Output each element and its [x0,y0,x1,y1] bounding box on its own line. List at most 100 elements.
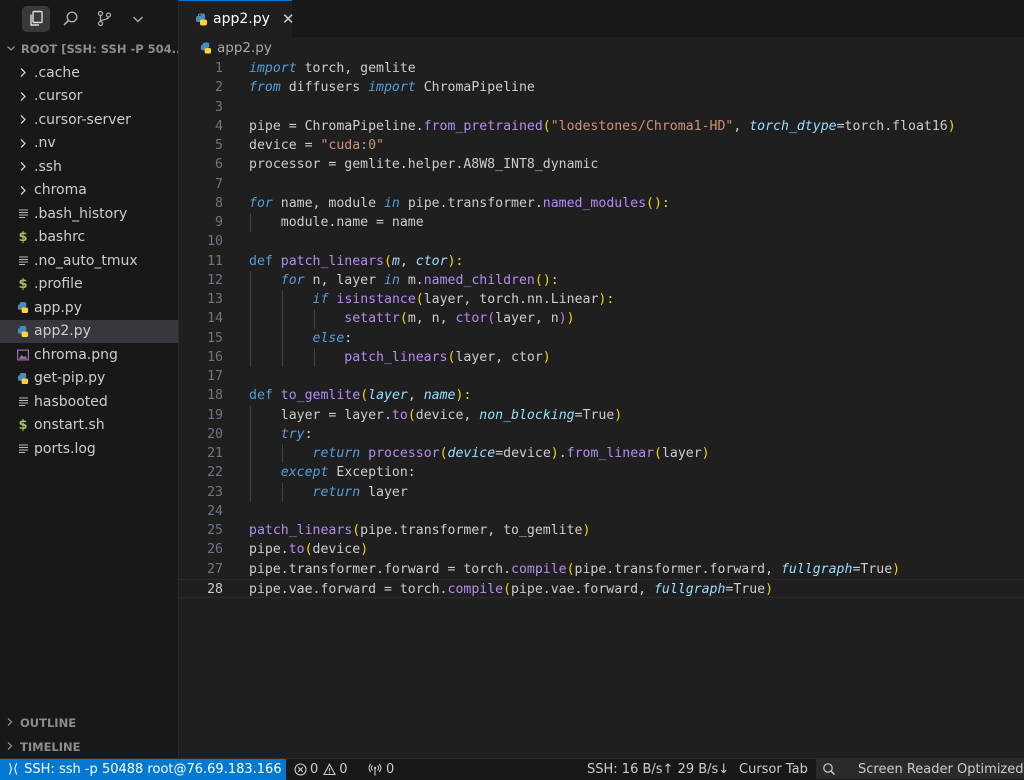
code-token: : [304,426,313,442]
code-token: processor = gemlite.helper.A8W8_INT8_dyn… [249,157,599,173]
code-token: name [423,388,456,404]
explorer-root-header[interactable]: ROOT [SSH: SSH -P 504... [0,37,178,61]
code-token: from [249,80,281,96]
file-tree-item[interactable]: chroma [0,179,178,203]
python-icon [200,42,212,54]
code-token: ): [455,388,472,404]
file-tree-item[interactable]: .cursor [0,85,178,109]
file-tree-item[interactable]: app2.py [0,319,178,343]
line-number: 21 [207,446,223,461]
timeline-section[interactable]: TIMELINE [0,735,184,758]
code-token: import [368,80,416,96]
code-token: =device [495,446,551,461]
file-tree-item[interactable]: .cache [0,61,178,85]
cursor-tab-button[interactable]: Cursor Tab [739,759,808,779]
more-views-button[interactable] [124,6,152,32]
code-token: layer [360,484,408,500]
code-token: ) [550,446,559,461]
screen-reader-indicator[interactable]: Screen Reader Optimized [816,759,1024,779]
ports-indicator[interactable]: 0 [368,759,394,779]
code-token: ( [487,311,496,327]
code-token: compile [447,581,504,597]
code-token: ) [582,523,591,538]
file-tree-item[interactable]: .nv [0,132,178,156]
close-icon[interactable]: ✕ [282,10,295,28]
code-token: device [447,446,496,461]
code-token: setattr [344,311,400,327]
code-token: layer, ctor [455,349,543,365]
code-token: m [391,253,400,269]
file-tree-item-label: ports.log [34,440,96,457]
file-tree-item[interactable]: chroma.png [0,343,178,367]
code-token: ) [614,407,623,423]
code-line: 27 pipe.transformer.forward = torch.compi… [179,560,1024,579]
breadcrumb[interactable]: app2.py [179,37,1024,59]
explorer-button[interactable] [22,5,50,32]
code-token: ( [399,311,408,327]
file-tree-item[interactable]: hasbooted [0,390,178,414]
code-token: from_linear [566,446,655,461]
file-tree-item-label: .no_auto_tmux [34,252,138,269]
file-tree-item[interactable]: $ onstart.sh [0,414,178,438]
file-tree-item[interactable]: $ .profile [0,273,178,297]
file-tree-item[interactable]: get-pip.py [0,367,178,391]
code-line: 26 pipe.to(device) [179,540,1024,559]
code-line: 7 [179,175,1024,194]
chevron-right-icon [17,160,29,174]
code-token: , [733,118,750,134]
code-token: ) [360,542,369,558]
remote-indicator[interactable]: ⟩⟨ SSH: ssh -p 50488 root@76.69.183.166 [0,759,286,780]
file-tree-item[interactable]: .ssh [0,155,178,179]
file-tree-item[interactable]: $ .bashrc [0,226,178,250]
code-token: else [312,330,345,346]
code-line: 25 patch_linears(pipe.transformer, to_gem… [179,521,1024,540]
code-token: compile [511,561,567,577]
line-number: 23 [207,484,223,500]
code-editor[interactable]: 1 import torch, gemlite 2 from diffusers im… [179,59,1024,598]
code-token: in [383,195,400,211]
code-token: ) [947,118,956,134]
code-text: return layer [249,483,408,502]
code-text: pipe = ChromaPipeline.from_pretrained("l… [249,117,956,136]
search-button[interactable] [56,6,84,32]
code-token: try [280,426,305,442]
code-token: patch_linears [280,253,384,269]
code-token: for [249,195,273,211]
chevron-down-icon [6,42,16,56]
code-token: ( [384,253,392,269]
code-text: for n, layer in m.named_children(): [249,271,559,290]
code-token: if [312,292,329,307]
text-file-icon [17,442,29,456]
code-token: n, layer [304,272,384,288]
line-number: 18 [207,388,223,404]
code-text: device = "cuda:0" [249,136,384,155]
outline-section[interactable]: OUTLINE [0,711,184,734]
code-text: except Exception: [249,463,416,482]
code-token: layer [368,388,408,404]
source-control-button[interactable] [90,6,118,32]
code-token: pipe.transformer. [399,195,543,211]
file-tree-item-label: app.py [34,299,82,316]
code-token: ) [701,446,710,461]
problems-indicator[interactable]: 0 0 [294,759,348,779]
code-text: for name, module in pipe.transformer.nam… [249,194,670,213]
chevron-right-icon [17,136,29,150]
source-control-icon [97,10,111,27]
tab-app2-py[interactable]: app2.py ✕ [179,0,295,37]
code-text: else: [249,329,353,348]
file-tree-item[interactable]: app.py [0,296,178,320]
code-token: ChromaPipeline [415,80,535,96]
code-token: device, [415,407,480,423]
code-line: 10 [179,232,1024,251]
file-tree-item[interactable]: .bash_history [0,202,178,226]
timeline-label: TIMELINE [20,739,81,754]
code-token: device = [249,138,321,153]
broadcast-icon [368,763,382,776]
file-tree-item[interactable]: .no_auto_tmux [0,249,178,273]
code-token: layer, torch.nn.Linear [423,292,599,307]
file-tree-item[interactable]: ports.log [0,437,178,461]
file-tree-item[interactable]: .cursor-server [0,108,178,132]
